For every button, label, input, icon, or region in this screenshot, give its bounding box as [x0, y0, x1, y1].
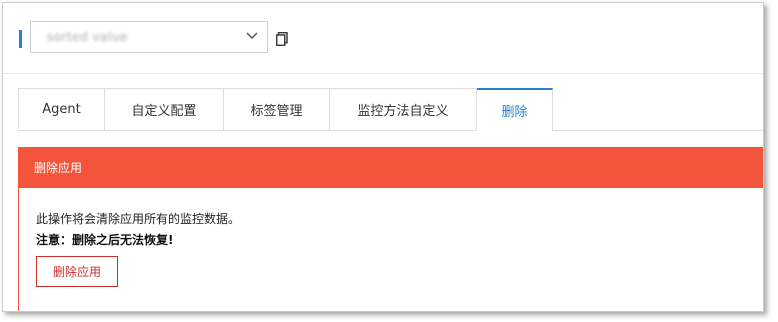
chevron-down-icon	[246, 32, 258, 40]
panel-title: 删除应用	[19, 148, 763, 188]
copy-icon[interactable]	[276, 32, 288, 46]
tab-custom-config[interactable]: 自定义配置	[105, 88, 224, 131]
app-header-bar: sorted value	[3, 3, 763, 74]
delete-app-button[interactable]: 删除应用	[36, 256, 118, 287]
tab-agent[interactable]: Agent	[18, 88, 105, 131]
header-accent-bar	[19, 30, 22, 48]
delete-description: 此操作将会清除应用所有的监控数据。	[36, 212, 241, 226]
delete-app-panel: 删除应用 此操作将会清除应用所有的监控数据。 注意：删除之后无法恢复! 删除应用	[18, 147, 763, 311]
app-select-dropdown[interactable]: sorted value	[30, 21, 268, 53]
tab-monitor-method-custom[interactable]: 监控方法自定义	[330, 88, 477, 131]
app-window: sorted value Agent 自定义配置 标签管理 监控方法自定义 删除…	[2, 2, 764, 312]
app-select-value: sorted value	[47, 30, 128, 44]
tab-delete[interactable]: 删除	[477, 88, 553, 132]
tabs-baseline	[552, 130, 763, 131]
tab-tag-management[interactable]: 标签管理	[224, 88, 330, 131]
settings-tabs: Agent 自定义配置 标签管理 监控方法自定义 删除	[18, 88, 553, 132]
delete-warning: 注意：删除之后无法恢复!	[36, 233, 174, 247]
